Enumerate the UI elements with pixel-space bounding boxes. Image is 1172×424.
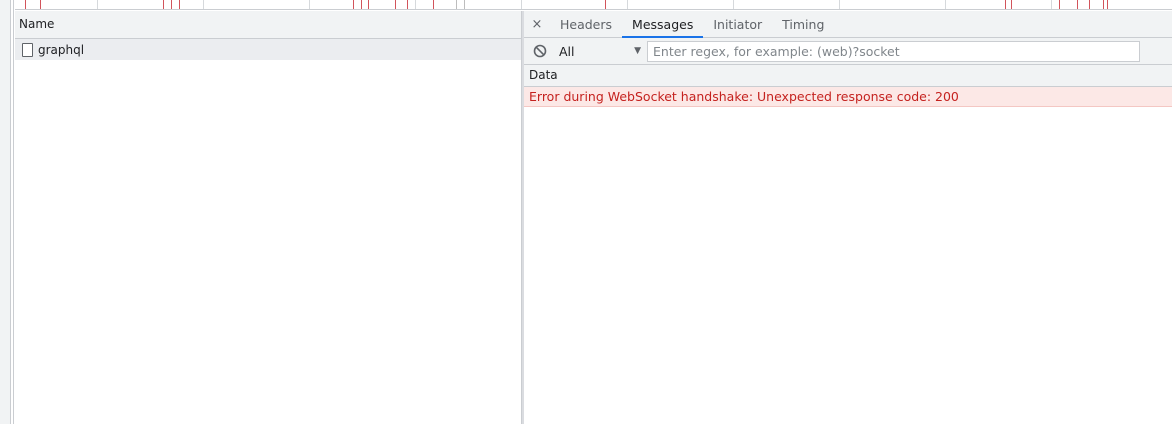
overview-marker [163, 0, 164, 9]
overview-marker [1089, 0, 1090, 9]
name-column-header[interactable]: Name [15, 11, 521, 39]
overview-selection-window[interactable] [456, 0, 465, 9]
overview-marker [171, 0, 172, 9]
overview-gridline [839, 0, 840, 9]
overview-marker [1103, 0, 1104, 9]
tab-timing[interactable]: Timing [772, 11, 834, 37]
message-row-error[interactable]: Error during WebSocket handshake: Unexpe… [524, 87, 1172, 107]
overview-marker [179, 0, 180, 9]
request-detail-pane: × Headers Messages Initiator Timing All … [524, 11, 1172, 424]
overview-marker [353, 0, 354, 9]
network-overview-timeline[interactable] [15, 0, 1172, 10]
left-gutter [0, 0, 11, 424]
overview-gridline [1051, 0, 1052, 9]
overview-marker [368, 0, 369, 9]
overview-marker [407, 0, 408, 9]
overview-gridline [627, 0, 628, 9]
overview-marker [433, 0, 434, 9]
document-icon [22, 42, 33, 57]
overview-marker [395, 0, 396, 9]
overview-gridline [97, 0, 98, 9]
data-column-header[interactable]: Data [524, 65, 1172, 87]
overview-marker [1077, 0, 1078, 9]
tab-initiator[interactable]: Initiator [703, 11, 772, 37]
overview-gridline [309, 0, 310, 9]
request-list-pane: Name graphql [15, 11, 522, 424]
overview-gridline [203, 0, 204, 9]
request-row[interactable]: graphql [15, 39, 521, 60]
close-icon[interactable]: × [524, 11, 550, 37]
request-name: graphql [38, 42, 85, 57]
chevron-down-icon: ▼ [634, 46, 641, 56]
overview-marker [25, 0, 26, 9]
overview-marker [1107, 0, 1108, 9]
overview-marker [40, 0, 41, 9]
message-type-select[interactable]: All ▼ [559, 44, 647, 59]
message-filter-input[interactable] [647, 40, 1140, 62]
overview-marker [361, 0, 362, 9]
left-gutter-edge [11, 0, 14, 424]
tab-headers[interactable]: Headers [550, 11, 622, 37]
tab-messages[interactable]: Messages [622, 11, 704, 38]
overview-gridline [521, 0, 522, 9]
overview-gridline [733, 0, 734, 9]
overview-marker [1059, 0, 1060, 9]
clear-messages-icon[interactable] [533, 44, 547, 58]
overview-gridline [415, 0, 416, 9]
overview-gridline [945, 0, 946, 9]
devtools-network-panel: Name graphql × Headers Messages Initiato… [0, 0, 1172, 424]
message-type-value: All [559, 43, 575, 59]
overview-marker [1005, 0, 1006, 9]
overview-marker [605, 0, 606, 9]
detail-tabbar: × Headers Messages Initiator Timing [524, 11, 1172, 38]
messages-filter-bar: All ▼ [524, 38, 1172, 65]
overview-marker [1011, 0, 1012, 9]
